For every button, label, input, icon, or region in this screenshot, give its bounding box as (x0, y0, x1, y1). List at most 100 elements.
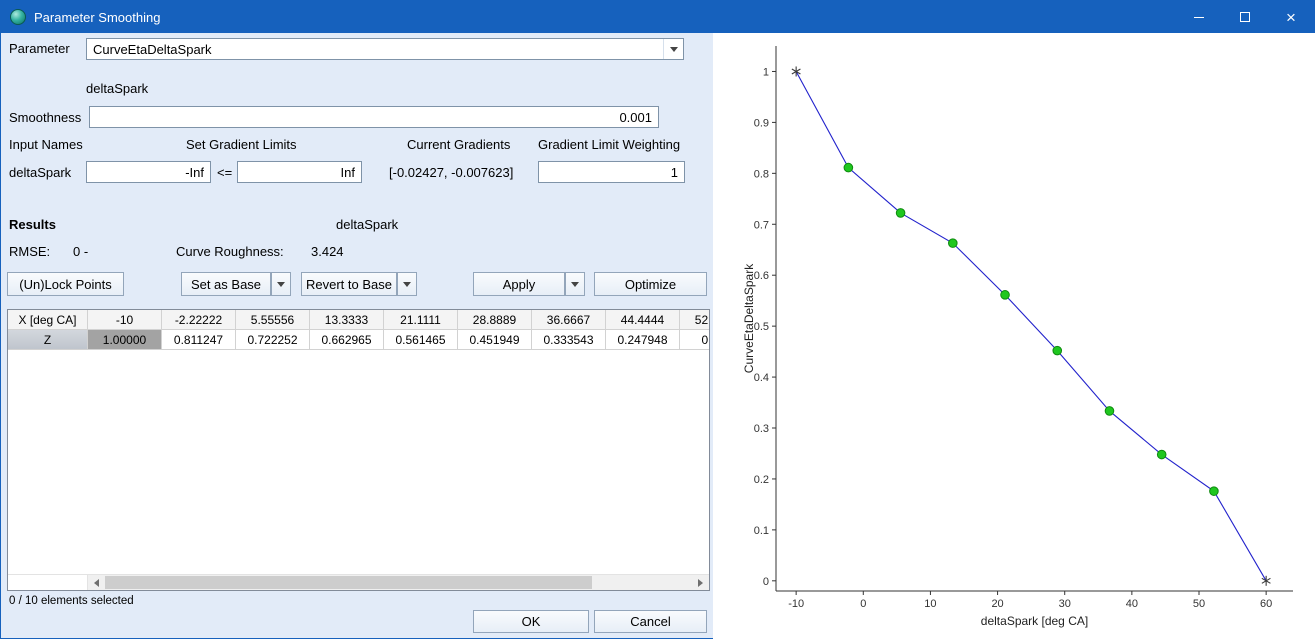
title-bar[interactable]: Parameter Smoothing × (1, 1, 1314, 33)
svg-text:40: 40 (1126, 598, 1138, 610)
locked-point-marker (792, 66, 801, 76)
input-names-header: Input Names (9, 137, 83, 152)
svg-text:0: 0 (860, 598, 866, 610)
z-value-cell[interactable]: 0.561465 (384, 330, 458, 350)
current-gradients-header: Current Gradients (407, 137, 510, 152)
selection-status: 0 / 10 elements selected (9, 595, 134, 607)
scroll-left-icon (94, 579, 99, 587)
scroll-left-button[interactable] (88, 575, 105, 590)
z-value-cell[interactable]: 0.176 (680, 330, 709, 350)
z-value-cell[interactable]: 0.811247 (162, 330, 236, 350)
svg-text:20: 20 (991, 598, 1003, 610)
svg-text:0.9: 0.9 (754, 117, 769, 129)
x-value-cell[interactable]: 52.2222 (680, 310, 709, 330)
rmse-label: RMSE: (9, 244, 50, 259)
x-value-cell[interactable]: 28.8889 (458, 310, 532, 330)
curve-plot[interactable]: -10010203040506000.10.20.30.40.50.60.70.… (741, 33, 1311, 639)
results-heading: Results (9, 217, 56, 232)
z-row-header[interactable]: Z (8, 330, 88, 350)
ok-button[interactable]: OK (473, 610, 589, 633)
current-gradients-value: [-0.02427, -0.007623] (389, 165, 513, 180)
window-title: Parameter Smoothing (34, 10, 160, 25)
scrollbar-thumb[interactable] (105, 576, 592, 589)
smoothness-label: Smoothness (9, 110, 81, 125)
data-point-marker (896, 209, 905, 218)
optimize-button[interactable]: Optimize (594, 272, 707, 296)
set-gradient-limits-header: Set Gradient Limits (186, 137, 297, 152)
app-icon (10, 9, 26, 25)
svg-text:0.2: 0.2 (754, 474, 769, 486)
x-value-cell[interactable]: 5.55556 (236, 310, 310, 330)
data-table[interactable]: X [deg CA] -10-2.222225.5555613.333321.1… (7, 309, 710, 591)
x-value-cell[interactable]: -10 (88, 310, 162, 330)
z-value-cell[interactable]: 0.333543 (532, 330, 606, 350)
x-value-cell[interactable]: -2.22222 (162, 310, 236, 330)
minimize-button[interactable] (1176, 1, 1222, 33)
apply-dropdown-button[interactable] (565, 272, 585, 296)
parameter-combobox[interactable]: CurveEtaDeltaSpark (86, 38, 684, 60)
apply-button[interactable]: Apply (473, 272, 565, 296)
locked-point-marker (1262, 576, 1271, 586)
data-point-marker (1157, 450, 1166, 459)
svg-text:1: 1 (763, 66, 769, 78)
smoothness-input[interactable] (89, 106, 659, 128)
table-row-z: Z 1.000000.8112470.7222520.6629650.56146… (8, 330, 709, 350)
cancel-button[interactable]: Cancel (594, 610, 707, 633)
parameter-label: Parameter (9, 41, 70, 56)
minimize-icon (1194, 17, 1204, 18)
data-point-marker (1210, 487, 1219, 496)
scroll-right-button[interactable] (692, 575, 709, 590)
data-point-marker (1053, 346, 1062, 355)
data-point-marker (1001, 291, 1010, 300)
z-value-cell[interactable]: 0.722252 (236, 330, 310, 350)
curve-roughness-label: Curve Roughness: (176, 244, 284, 259)
parameter-combobox-value: CurveEtaDeltaSpark (87, 42, 663, 57)
controls-pane: Parameter CurveEtaDeltaSpark deltaSpark … (1, 33, 713, 639)
gradient-weight-input[interactable] (538, 161, 685, 183)
close-icon: × (1286, 9, 1296, 26)
scrollbar-track[interactable] (105, 575, 692, 590)
maximize-icon (1240, 12, 1250, 22)
results-param-name: deltaSpark (336, 217, 398, 232)
gradient-row-name: deltaSpark (9, 165, 71, 180)
z-value-cell[interactable]: 0.451949 (458, 330, 532, 350)
curve-roughness-value: 3.424 (311, 244, 344, 259)
close-button[interactable]: × (1268, 1, 1314, 33)
svg-text:CurveEtaDeltaSpark: CurveEtaDeltaSpark (742, 263, 756, 373)
data-point-marker (844, 163, 853, 172)
svg-text:0.1: 0.1 (754, 525, 769, 537)
data-point-marker (1105, 407, 1114, 416)
x-row-header[interactable]: X [deg CA] (8, 310, 88, 330)
scrollbar-spacer (8, 575, 88, 590)
z-value-cell[interactable]: 0.247948 (606, 330, 680, 350)
chevron-down-icon (403, 282, 411, 287)
z-value-cell[interactable]: 1.00000 (88, 330, 162, 350)
svg-text:30: 30 (1059, 598, 1071, 610)
x-value-cell[interactable]: 44.4444 (606, 310, 680, 330)
svg-text:10: 10 (924, 598, 936, 610)
svg-text:0.3: 0.3 (754, 423, 769, 435)
revert-to-base-button[interactable]: Revert to Base (301, 272, 397, 296)
svg-text:60: 60 (1260, 598, 1272, 610)
z-value-cell[interactable]: 0.662965 (310, 330, 384, 350)
parameter-smoothing-dialog: { "window": { "title": "Parameter Smooth… (0, 0, 1315, 639)
set-as-base-dropdown-button[interactable] (271, 272, 291, 296)
data-point-marker (949, 239, 958, 248)
plot-pane: -10010203040506000.10.20.30.40.50.60.70.… (713, 33, 1315, 639)
svg-text:deltaSpark [deg CA]: deltaSpark [deg CA] (981, 614, 1088, 628)
x-value-cell[interactable]: 36.6667 (532, 310, 606, 330)
combobox-dropdown-icon[interactable] (663, 39, 683, 59)
chevron-down-icon (571, 282, 579, 287)
set-as-base-button[interactable]: Set as Base (181, 272, 271, 296)
gradient-upper-limit-input[interactable] (237, 161, 362, 183)
gradient-limit-weighting-header: Gradient Limit Weighting (538, 137, 680, 152)
gradient-lower-limit-input[interactable] (86, 161, 211, 183)
maximize-button[interactable] (1222, 1, 1268, 33)
scroll-right-icon (698, 579, 703, 587)
unlock-points-button[interactable]: (Un)Lock Points (7, 272, 124, 296)
revert-to-base-dropdown-button[interactable] (397, 272, 417, 296)
x-value-cell[interactable]: 13.3333 (310, 310, 384, 330)
horizontal-scrollbar[interactable] (8, 574, 709, 590)
rmse-value: 0 - (73, 244, 88, 259)
x-value-cell[interactable]: 21.1111 (384, 310, 458, 330)
